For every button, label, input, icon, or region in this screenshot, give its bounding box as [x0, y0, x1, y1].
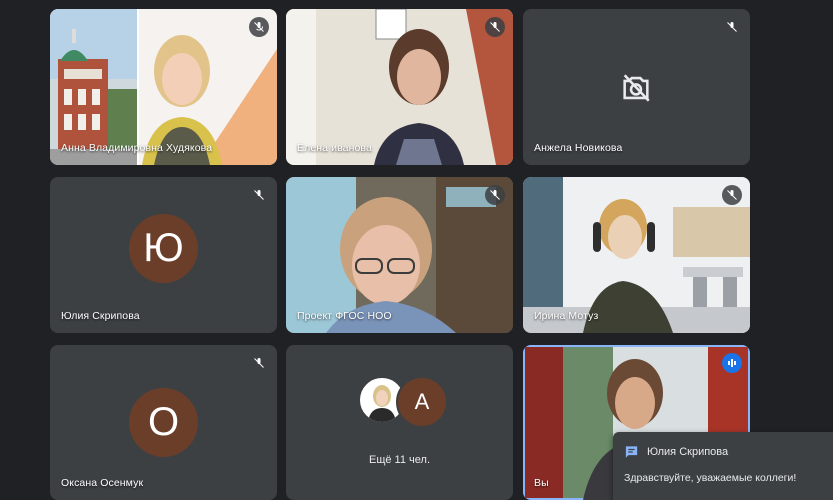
camera-off-icon: [623, 74, 650, 102]
chat-message-icon: [625, 446, 638, 458]
participant-name: Анна Владимировна Худякова: [61, 142, 213, 154]
participant-name: Елена иванова: [297, 142, 372, 154]
mic-off-icon: [722, 185, 742, 205]
participant-tile-3[interactable]: Анжела Новикова: [523, 9, 750, 165]
participant-tile-2[interactable]: Елена иванова: [286, 9, 513, 165]
mic-off-icon: [249, 185, 269, 205]
participant-name: Анжела Новикова: [534, 142, 623, 154]
participant-tile-4[interactable]: Ю Юлия Скрипова: [50, 177, 277, 333]
mic-off-icon: [485, 17, 505, 37]
mic-off-icon: [249, 353, 269, 373]
avatar: А: [396, 376, 448, 428]
participant-name: Ирина Мотуз: [534, 310, 599, 322]
participant-tile-1[interactable]: Анна Владимировна Худякова: [50, 9, 277, 165]
mic-off-icon: [722, 17, 742, 37]
chat-sender: Юлия Скрипова: [647, 446, 729, 458]
participant-tile-5[interactable]: Проект ФГОС НОО: [286, 177, 513, 333]
avatar: Ю: [129, 214, 198, 283]
participant-name: Вы: [534, 477, 549, 489]
participant-name: Проект ФГОС НОО: [297, 310, 392, 322]
mic-off-icon: [485, 185, 505, 205]
chat-notification[interactable]: Юлия Скрипова Здравствуйте, уважаемые ко…: [613, 432, 833, 500]
speaking-indicator-icon: [722, 353, 742, 373]
participant-name: Оксана Осенмук: [61, 477, 144, 489]
more-participants-label: Ещё 11 чел.: [369, 454, 430, 466]
more-participants-tile[interactable]: А Ещё 11 чел.: [286, 345, 513, 500]
participant-tile-6[interactable]: Ирина Мотуз: [523, 177, 750, 333]
mic-off-icon: [249, 17, 269, 37]
avatar: О: [129, 388, 198, 457]
participant-name: Юлия Скрипова: [61, 310, 140, 322]
participant-tile-7[interactable]: О Оксана Осенмук: [50, 345, 277, 500]
chat-message: Здравствуйте, уважаемые коллеги!: [624, 472, 797, 484]
